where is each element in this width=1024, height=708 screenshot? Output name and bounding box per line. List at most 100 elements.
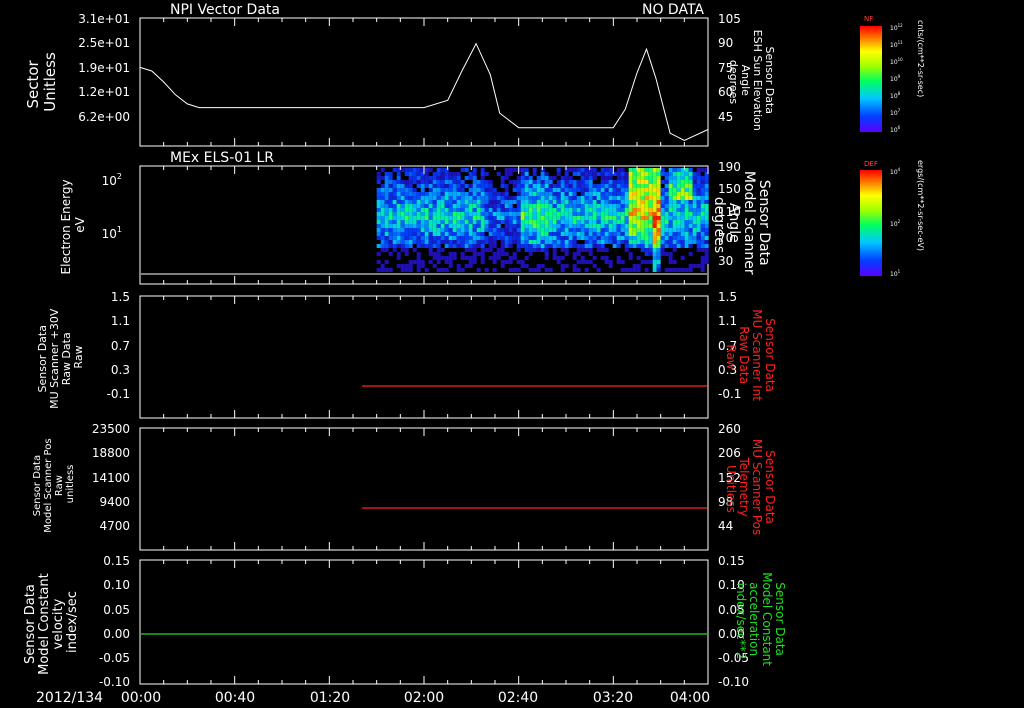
spectrogram-cell <box>604 204 609 208</box>
spectrogram-cell <box>624 228 629 232</box>
spectrogram-cell <box>428 176 433 180</box>
spectrogram-cell <box>592 228 597 232</box>
spectrogram-cell <box>612 180 617 184</box>
spectrogram-cell <box>596 188 601 192</box>
spectrogram-cell <box>592 236 597 240</box>
spectrogram-cell <box>580 204 585 208</box>
spectrogram-cell <box>384 236 389 240</box>
spectrogram-cell <box>664 188 669 192</box>
spectrogram-cell <box>508 220 513 224</box>
spectrogram-cell <box>648 176 653 180</box>
spectrogram-cell <box>404 252 409 256</box>
spectrogram-cell <box>420 188 425 192</box>
spectrogram-cell <box>656 240 661 244</box>
spectrogram-cell <box>556 256 561 260</box>
spectrogram-cell <box>676 228 681 232</box>
panel-constant-ylabel-right: Sensor Data Model Constant acceleration … <box>734 572 787 670</box>
spectrogram-cell <box>480 260 485 264</box>
spectrogram-cell <box>584 212 589 216</box>
spectrogram-cell <box>456 204 461 208</box>
spectrogram-cell <box>572 232 577 236</box>
spectrogram-cell <box>520 232 525 236</box>
spectrogram-cell <box>588 220 593 224</box>
spectrogram-cell <box>624 184 629 188</box>
spectrogram-cell <box>664 216 669 220</box>
spectrogram-cell <box>376 260 381 264</box>
spectrogram-cell <box>380 268 385 272</box>
spectrogram-cell <box>696 208 701 212</box>
spectrogram-cell <box>680 180 685 184</box>
tick-label: 1.5 <box>718 290 737 304</box>
spectrogram-cell <box>380 264 385 268</box>
spectrogram-cell <box>672 260 677 264</box>
spectrogram-cell <box>388 268 393 272</box>
spectrogram-cell <box>484 240 489 244</box>
spectrogram-cell <box>668 228 673 232</box>
spectrogram-cell <box>400 220 405 224</box>
spectrogram-cell <box>688 168 693 172</box>
spectrogram-cell <box>616 208 621 212</box>
spectrogram-cell <box>644 216 649 220</box>
spectrogram-cell <box>560 268 565 272</box>
spectrogram-cell <box>572 208 577 212</box>
spectrogram-cell <box>612 232 617 236</box>
spectrogram-cell <box>380 220 385 224</box>
spectrogram-cell <box>644 188 649 192</box>
spectrogram-cell <box>600 232 605 236</box>
spectrogram-cell <box>648 220 653 224</box>
spectrogram-cell <box>384 268 389 272</box>
spectrogram-cell <box>560 264 565 268</box>
spectrogram-cell <box>464 224 469 228</box>
panel-els-title: MEx ELS-01 LR <box>170 150 274 166</box>
spectrogram-cell <box>700 264 705 268</box>
spectrogram-cell <box>572 268 577 272</box>
spectrogram-cell <box>576 248 581 252</box>
spectrogram-cell <box>580 184 585 188</box>
spectrogram-cell <box>492 220 497 224</box>
spectrogram-cell <box>652 268 657 272</box>
spectrogram-cell <box>440 256 445 260</box>
spectrogram-cell <box>636 244 641 248</box>
spectrogram-cell <box>424 228 429 232</box>
spectrogram-cell <box>528 192 533 196</box>
spectrogram-cell <box>492 224 497 228</box>
spectrogram-cell <box>444 212 449 216</box>
spectrogram-cell <box>444 224 449 228</box>
spectrogram-cell <box>440 248 445 252</box>
spectrogram-cell <box>552 176 557 180</box>
spectrogram-cell <box>656 192 661 196</box>
spectrogram-cell <box>468 264 473 268</box>
spectrogram-cell <box>528 216 533 220</box>
spectrogram-cell <box>440 168 445 172</box>
spectrogram-cell <box>688 208 693 212</box>
spectrogram-cell <box>468 228 473 232</box>
spectrogram-cell <box>576 252 581 256</box>
spectrogram-cell <box>700 244 705 248</box>
spectrogram-cell <box>472 172 477 176</box>
spectrogram-cell <box>652 236 657 240</box>
spectrogram-cell <box>664 232 669 236</box>
spectrogram-cell <box>516 204 521 208</box>
spectrogram-cell <box>568 228 573 232</box>
spectrogram-cell <box>428 248 433 252</box>
spectrogram-cell <box>436 176 441 180</box>
spectrogram-cell <box>452 188 457 192</box>
spectrogram-cell <box>676 184 681 188</box>
spectrogram-cell <box>404 264 409 268</box>
spectrogram-cell <box>608 168 613 172</box>
spectrogram-cell <box>680 200 685 204</box>
spectrogram-cell <box>676 176 681 180</box>
spectrogram-cell <box>696 176 701 180</box>
spectrogram-cell <box>612 184 617 188</box>
spectrogram-cell <box>436 216 441 220</box>
spectrogram-cell <box>636 188 641 192</box>
spectrogram-cell <box>396 240 401 244</box>
spectrogram-cell <box>496 208 501 212</box>
spectrogram-cell <box>432 240 437 244</box>
spectrogram-cell <box>696 212 701 216</box>
spectrogram-cell <box>684 244 689 248</box>
spectrogram-cell <box>464 168 469 172</box>
spectrogram-cell <box>692 212 697 216</box>
spectrogram-cell <box>460 208 465 212</box>
spectrogram-cell <box>520 200 525 204</box>
